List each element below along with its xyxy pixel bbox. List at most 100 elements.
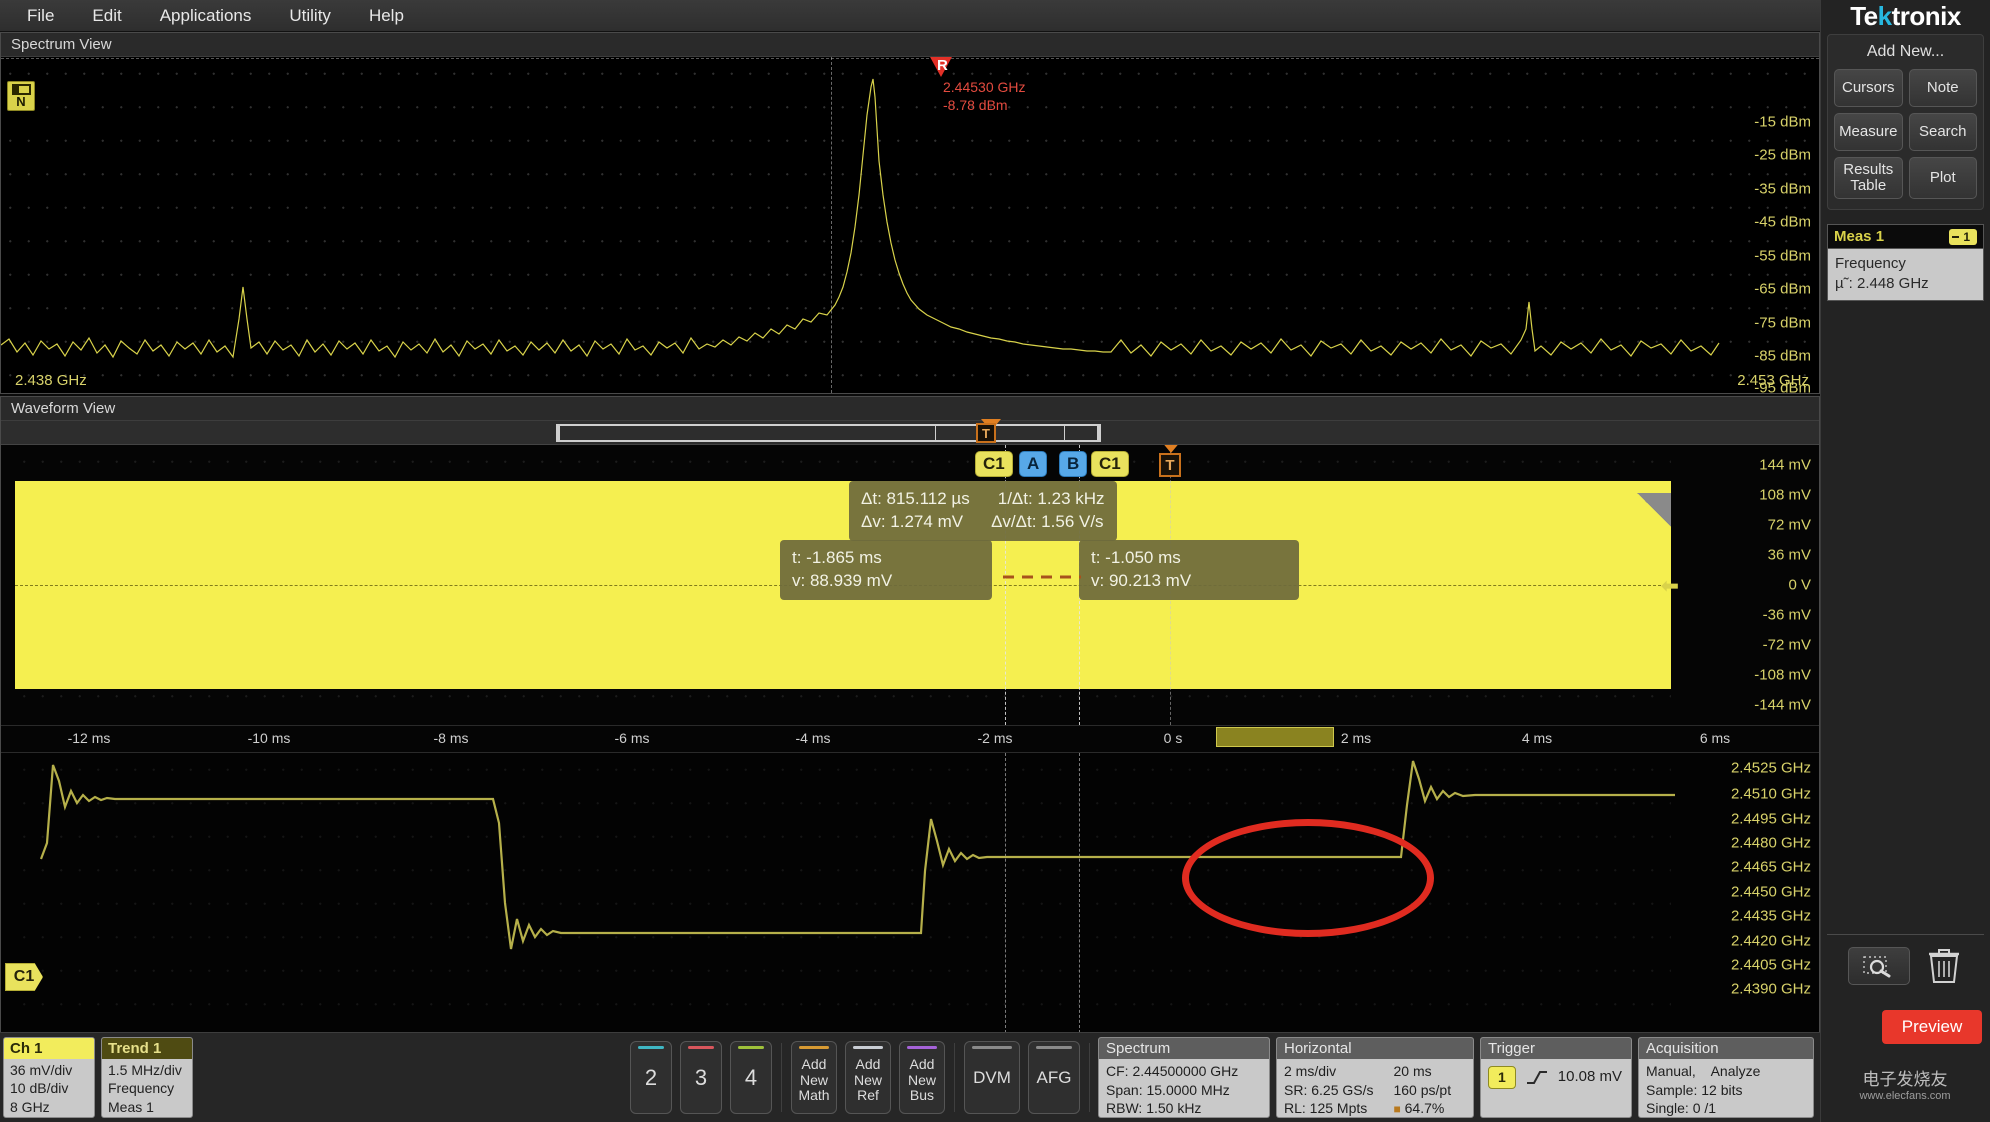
rising-edge-icon [1526,1069,1548,1085]
spectrum-settings-badge[interactable]: Spectrum CF: 2.44500000 GHz Span: 15.000… [1098,1037,1270,1118]
dvm-button[interactable]: DVM [964,1041,1020,1114]
memory-usage-icon: ■ [1393,1102,1400,1116]
trend-ytick-9: 2.4390 GHz [1731,981,1811,998]
trigger-mark-overview[interactable]: T [976,423,996,443]
menu-bar: File Edit Applications Utility Help [0,0,1820,32]
add-new-button-grid: Cursors Note Measure Search Results Tabl… [1834,69,1977,199]
watermark-url: www.elecfans.com [1859,1090,1950,1102]
oscilloscope-app: File Edit Applications Utility Help Spec… [0,0,1990,1122]
spectrum-trace [1,57,1819,393]
spectrum-ytick-6: -75 dBm [1754,315,1811,332]
time-axis: -12 ms -10 ms -8 ms -6 ms -4 ms -2 ms 0 … [1,725,1819,753]
add-new-math-label: Add New Math [798,1057,829,1104]
waveform-ytick-4: 0 V [1788,577,1811,594]
add-search-button[interactable]: Search [1909,113,1978,151]
trigger-arrow-waveform [1161,445,1181,453]
trigger-settings-badge[interactable]: Trigger 1 10.08 mV [1480,1037,1632,1118]
zoom-region-box[interactable] [556,424,1101,442]
cursor-delta-readout[interactable]: Δt: 815.112 µs 1/Δt: 1.23 kHz Δv: 1.274 … [849,481,1117,541]
spectrum-plot[interactable]: N R 2.44530 GHz -8.78 dBm -15 dBm -25 dB… [1,57,1819,393]
horizontal-record-length: RL: 125 Mpts [1284,1099,1373,1118]
horizontal-settings-badge[interactable]: Horizontal 2 ms/div SR: 6.25 GS/s RL: 12… [1276,1037,1474,1118]
channel-button-2[interactable]: 2 [630,1041,672,1114]
trend-ytick-3: 2.4480 GHz [1731,835,1811,852]
bottombar-divider-2 [954,1043,955,1112]
menu-item-help[interactable]: Help [352,2,421,30]
zoom-overview-bar[interactable]: T [1,421,1819,445]
trigger-mark-waveform[interactable]: T [1159,453,1181,477]
channel1-vdiv: 36 mV/div [10,1061,88,1079]
cursor-badge-a[interactable]: A [1019,451,1047,477]
spectrum-marker-freq: 2.44530 GHz [943,79,1026,95]
horizontal-settings-title: Horizontal [1277,1038,1473,1059]
add-measure-button[interactable]: Measure [1834,113,1903,151]
trend-range-indicator[interactable] [1216,727,1334,747]
waveform-view-panel[interactable]: Waveform View T 144 mV 108 mV 72 mV [0,396,1820,1032]
trend-ytick-0: 2.4525 GHz [1731,760,1811,777]
channel-button-4[interactable]: 4 [730,1041,772,1114]
menu-item-edit[interactable]: Edit [75,2,138,30]
channel1-badge[interactable]: Ch 1 36 mV/div 10 dB/div 8 GHz [3,1037,95,1118]
trigger-source-channel[interactable]: 1 [1488,1066,1516,1089]
logo-pre: Te [1850,1,1877,32]
afg-color-bar [1036,1046,1072,1049]
channel1-waveform-plot[interactable]: 144 mV 108 mV 72 mV 36 mV 0 V -36 mV -72… [1,445,1819,725]
trend-ytick-2: 2.4495 GHz [1731,811,1811,828]
spectrum-settings-body: CF: 2.44500000 GHz Span: 15.0000 MHz RBW… [1099,1059,1269,1118]
cursor-b-readout[interactable]: t: -1.050 ms v: 90.213 mV [1079,540,1299,600]
cursor-a-readout[interactable]: t: -1.865 ms v: 88.939 mV [780,540,992,600]
zoom-area-glyph [1859,954,1899,978]
acquisition-settings-badge[interactable]: Acquisition Manual, Analyze Sample: 12 b… [1638,1037,1814,1118]
preview-button[interactable]: Preview [1882,1010,1982,1044]
trash-glyph [1927,947,1961,985]
cursor-b-voltage: v: 90.213 mV [1091,570,1287,593]
acquisition-mode: Manual, Analyze [1646,1062,1806,1081]
trend-ytick-8: 2.4405 GHz [1731,957,1811,974]
measurement-badge[interactable]: Meas 1 1 Frequency µ˜: 2.448 GHz [1827,224,1984,301]
channel1-level-indicator[interactable]: ⬅ [1661,573,1679,599]
time-tick-7: 2 ms [1341,730,1371,746]
channel1-dbdiv: 10 dB/div [10,1079,88,1097]
bottombar-divider-3 [1089,1043,1090,1112]
spectrum-ytick-2: -35 dBm [1754,181,1811,198]
afg-button[interactable]: AFG [1028,1041,1080,1114]
horizontal-resolution: 160 ps/pt [1393,1081,1451,1100]
trash-icon[interactable] [1924,945,1964,987]
zoom-area-icon[interactable] [1848,947,1910,985]
add-new-bus-label: Add New Bus [908,1057,936,1104]
bus-color-bar [907,1046,937,1049]
ref-color-bar [853,1046,883,1049]
horizontal-memory-usage: 64.7% [1405,1100,1445,1116]
trend1-badge[interactable]: Trend 1 1.5 MHz/div Frequency Meas 1 [101,1037,193,1118]
spectrum-span: Span: 15.0000 MHz [1106,1081,1262,1100]
add-cursors-button[interactable]: Cursors [1834,69,1903,107]
channel1-badge-title: Ch 1 [4,1038,94,1059]
measurement-badge-body: Frequency µ˜: 2.448 GHz [1828,249,1983,300]
add-plot-button[interactable]: Plot [1909,157,1978,199]
spectrum-nav-badge[interactable]: N [7,81,35,111]
channel-button-3[interactable]: 3 [680,1041,722,1114]
menu-item-file[interactable]: File [10,2,71,30]
cursor-badge-c1-left[interactable]: C1 [975,451,1013,477]
nav-window-icon [12,84,32,96]
cursor-badge-b[interactable]: B [1059,451,1087,477]
menu-item-utility[interactable]: Utility [272,2,348,30]
delta-v-over-t-value: Δv/Δt: 1.56 V/s [991,511,1103,534]
trend1-badge-title: Trend 1 [102,1038,192,1059]
trend-ytick-4: 2.4465 GHz [1731,859,1811,876]
add-new-ref-button[interactable]: Add New Ref [845,1041,891,1114]
spectrum-xtick-start: 2.438 GHz [15,372,87,389]
cursor-badge-c1-right[interactable]: C1 [1091,451,1129,477]
trend1-mhzdiv: 1.5 MHz/div [108,1061,186,1079]
waveform-zoom-corner-icon[interactable] [1637,493,1671,527]
trend1-plot[interactable]: 2.4525 GHz 2.4510 GHz 2.4495 GHz 2.4480 … [1,753,1819,1033]
spectrum-ytick-5: -65 dBm [1754,281,1811,298]
waveform-ytick-5: -36 mV [1763,607,1811,624]
spectrum-view-panel[interactable]: Spectrum View N R 2.4453 [0,32,1820,394]
add-new-bus-button[interactable]: Add New Bus [899,1041,945,1114]
add-note-button[interactable]: Note [1909,69,1978,107]
menu-item-applications[interactable]: Applications [143,2,269,30]
waveform-ytick-0: 144 mV [1759,457,1811,474]
add-new-math-button[interactable]: Add New Math [791,1041,837,1114]
add-results-table-button[interactable]: Results Table [1834,157,1903,199]
